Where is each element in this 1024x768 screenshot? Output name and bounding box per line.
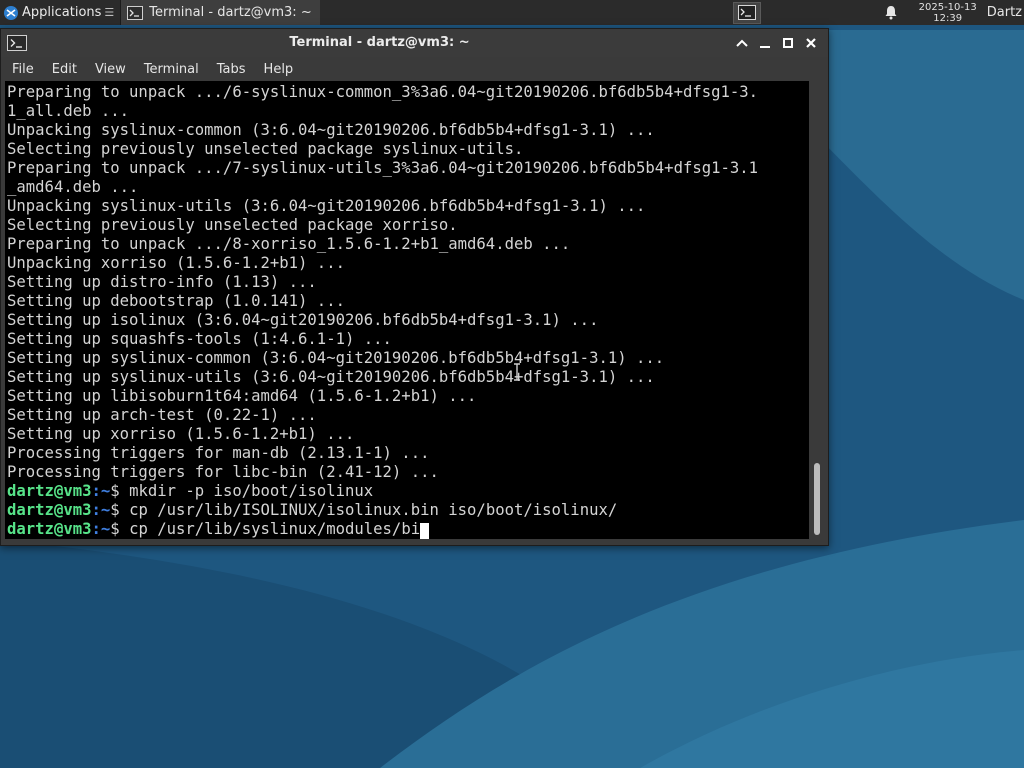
menu-help[interactable]: Help [256, 62, 301, 77]
prompt-symbol: $ [110, 482, 130, 500]
command-text: cp /usr/lib/ISOLINUX/isolinux.bin iso/bo… [129, 501, 618, 519]
terminal-output-line: Setting up squashfs-tools (1:4.6.1-1) ..… [7, 330, 392, 348]
prompt-path: :~ [91, 501, 111, 519]
taskbar-terminal-label: Terminal - dartz@vm3: ~ [149, 5, 312, 20]
top-panel: Applications ☰ Terminal - dartz@vm3: ~ 2… [0, 0, 1024, 25]
terminal-scrollbar[interactable] [811, 81, 824, 539]
terminal-output-line: Processing triggers for libc-bin (2.41-1… [7, 463, 439, 481]
terminal-output-line: Unpacking xorriso (1.5.6-1.2+b1) ... [7, 254, 345, 272]
terminal-output-line: Setting up syslinux-common (3:6.04~git20… [7, 349, 665, 367]
window-titlebar[interactable]: Terminal - dartz@vm3: ~ [1, 29, 828, 57]
terminal-output: Preparing to unpack .../6-syslinux-commo… [5, 81, 809, 539]
prompt-symbol: $ [110, 501, 130, 519]
terminal-output-line: Selecting previously unselected package … [7, 140, 524, 158]
menu-tabs[interactable]: Tabs [209, 62, 253, 77]
terminal-launcher-button[interactable] [732, 1, 761, 24]
taskbar-terminal-button[interactable]: Terminal - dartz@vm3: ~ [120, 0, 320, 25]
terminal-output-line: Processing triggers for man-db (2.13.1-1… [7, 444, 430, 462]
command-text: cp /usr/lib/syslinux/modules/bi [129, 520, 421, 538]
user-menu[interactable]: Dartz [987, 0, 1024, 25]
terminal-launcher-icon [737, 5, 756, 20]
terminal-output-line: 1_all.deb ... [7, 102, 130, 120]
terminal-output-line: Preparing to unpack .../6-syslinux-commo… [7, 83, 759, 101]
window-title: Terminal - dartz@vm3: ~ [289, 35, 470, 50]
menu-view[interactable]: View [87, 62, 133, 77]
command-text: mkdir -p iso/boot/isolinux [129, 482, 374, 500]
prompt-user: dartz@vm3 [7, 482, 92, 500]
prompt-path: :~ [91, 482, 111, 500]
applications-label: Applications [22, 5, 102, 20]
menu-terminal[interactable]: Terminal [136, 62, 206, 77]
terminal-cursor [420, 523, 430, 539]
terminal-output-line: Preparing to unpack .../7-syslinux-utils… [7, 159, 759, 177]
clock-date: 2025-10-13 [918, 1, 977, 13]
maximize-button[interactable] [778, 33, 798, 53]
terminal-output-line: Preparing to unpack .../8-xorriso_1.5.6-… [7, 235, 571, 253]
shade-button[interactable] [732, 33, 752, 53]
chevron-up-icon [736, 39, 748, 47]
terminal-output-line: Setting up libisoburn1t64:amd64 (1.5.6-1… [7, 387, 477, 405]
prompt-line: dartz@vm3:~$ cp /usr/lib/ISOLINUX/isolin… [7, 501, 617, 519]
terminal-output-line: Setting up arch-test (0.22-1) ... [7, 406, 317, 424]
close-button[interactable] [801, 33, 821, 53]
terminal-output-line: Unpacking syslinux-utils (3:6.04~git2019… [7, 197, 646, 215]
terminal-output-line: Selecting previously unselected package … [7, 216, 458, 234]
panel-clock[interactable]: 2025-10-13 12:39 [919, 0, 977, 25]
prompt-user: dartz@vm3 [7, 501, 92, 519]
terminal-output-line: Setting up syslinux-utils (3:6.04~git201… [7, 368, 655, 386]
user-menu-label: Dartz [986, 5, 1022, 20]
xfce-logo-icon [4, 5, 18, 20]
terminal-window: Terminal - dartz@vm3: ~ File Edit View T… [0, 28, 829, 546]
notifications-button[interactable] [881, 0, 901, 25]
menu-file[interactable]: File [4, 62, 41, 77]
terminal-icon [127, 5, 144, 20]
minimize-button[interactable] [755, 33, 775, 53]
maximize-icon [783, 38, 793, 48]
prompt-user: dartz@vm3 [7, 520, 92, 538]
terminal-output-line: Setting up distro-info (1.13) ... [7, 273, 317, 291]
bell-icon [885, 6, 897, 20]
prompt-line: dartz@vm3:~$ mkdir -p iso/boot/isolinux [7, 482, 373, 500]
scrollbar-thumb[interactable] [814, 463, 820, 535]
window-menubar: File Edit View Terminal Tabs Help [1, 57, 828, 81]
terminal-output-line: Setting up debootstrap (1.0.141) ... [7, 292, 345, 310]
clock-time: 12:39 [933, 12, 963, 24]
terminal-output-line: Unpacking syslinux-common (3:6.04~git201… [7, 121, 655, 139]
terminal-output-line: Setting up xorriso (1.5.6-1.2+b1) ... [7, 425, 355, 443]
minimize-icon [760, 46, 770, 48]
text-cursor-icon [514, 363, 520, 381]
prompt-path: :~ [91, 520, 111, 538]
terminal-output-line: _amd64.deb ... [7, 178, 139, 196]
applications-menu[interactable]: Applications ☰ [0, 0, 116, 25]
terminal-output-line: Setting up isolinux (3:6.04~git20190206.… [7, 311, 599, 329]
menu-separator-icon: ☰ [104, 6, 115, 19]
prompt-line: dartz@vm3:~$ cp /usr/lib/syslinux/module… [7, 520, 420, 538]
menu-edit[interactable]: Edit [44, 62, 84, 77]
prompt-symbol: $ [110, 520, 130, 538]
close-icon [806, 38, 816, 48]
terminal-area[interactable]: Preparing to unpack .../6-syslinux-commo… [5, 81, 809, 539]
